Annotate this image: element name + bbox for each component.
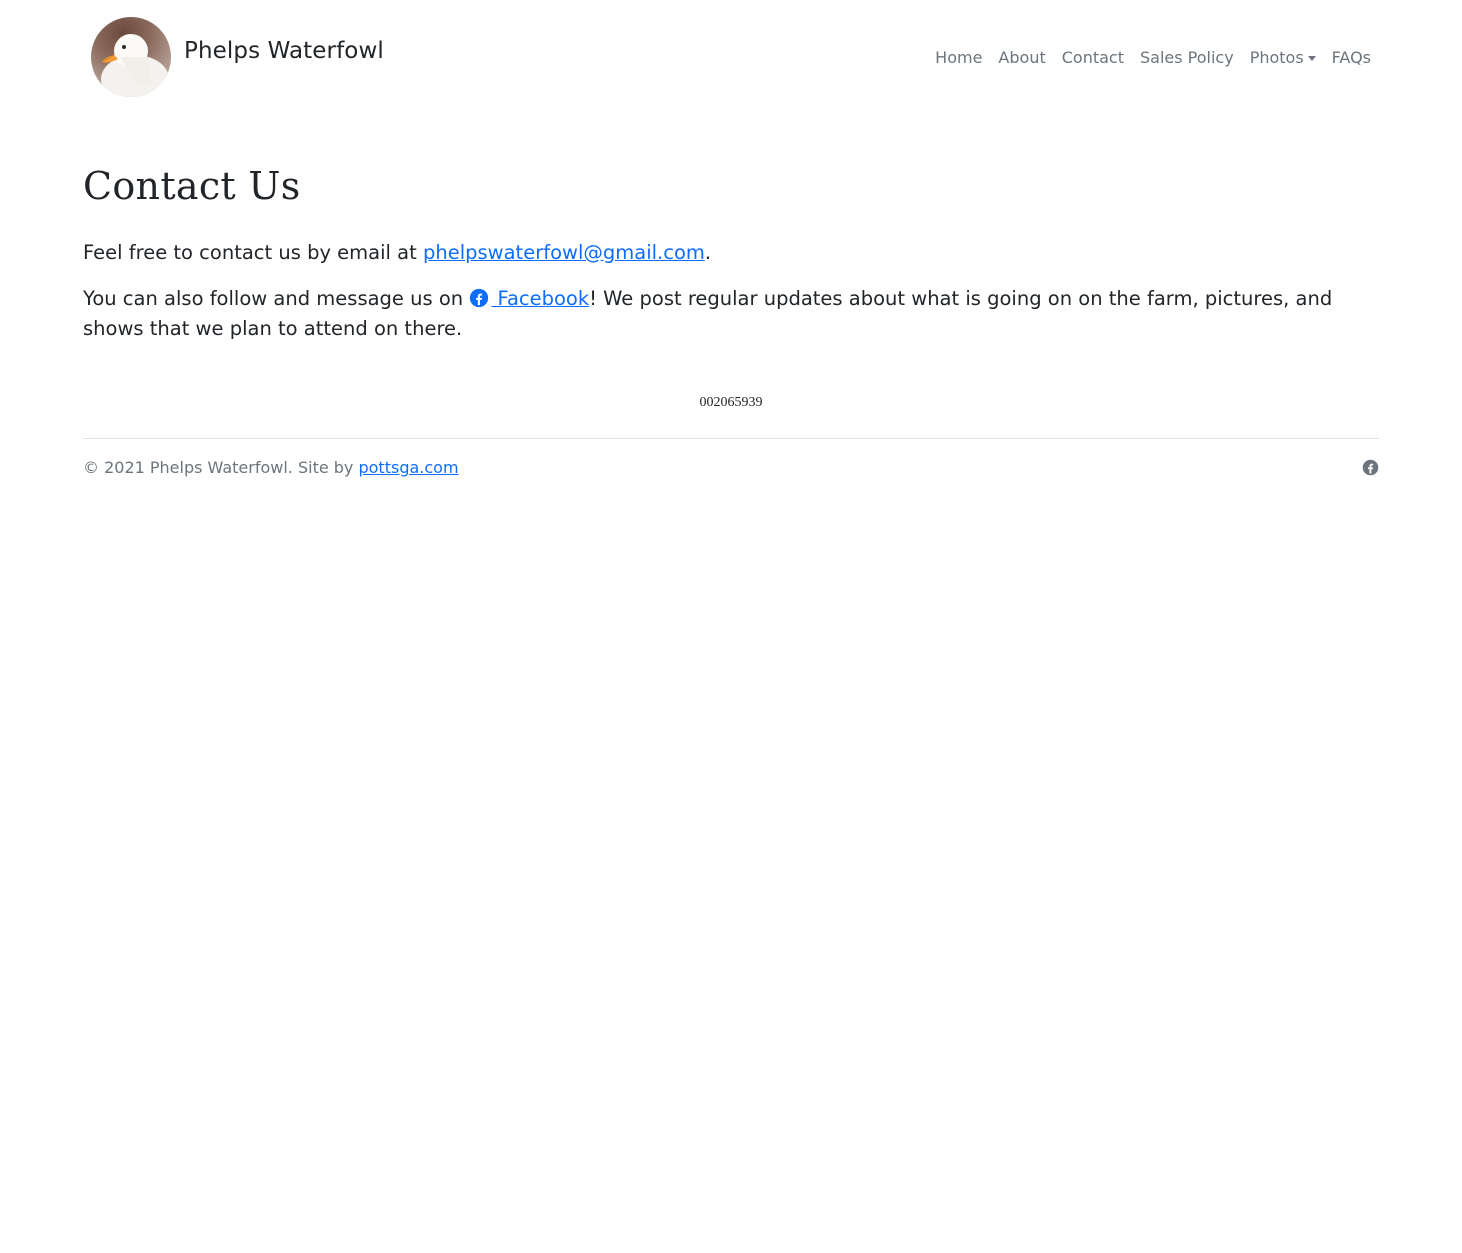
brand-name: Phelps Waterfowl	[184, 38, 384, 64]
email-paragraph: Feel free to contact us by email at phel…	[83, 238, 1379, 268]
email-paragraph-suffix: .	[704, 241, 712, 264]
nav-photos-label: Photos	[1249, 48, 1304, 67]
nav-home[interactable]: Home	[927, 46, 990, 70]
site-header: Phelps Waterfowl Home About Contact Sale…	[83, 0, 1379, 120]
footer-facebook-link[interactable]	[1362, 459, 1379, 476]
site-credit-link[interactable]: pottsga.com	[358, 458, 458, 477]
copyright-text: © 2021 Phelps Waterfowl. Site by pottsga…	[83, 458, 459, 478]
main-nav: Home About Contact Sales Policy Photos F…	[927, 46, 1379, 70]
visit-counter: 002065939	[699, 395, 763, 410]
nav-faqs[interactable]: FAQs	[1324, 46, 1379, 70]
facebook-link-label: Facebook	[491, 287, 590, 310]
nav-sales-policy[interactable]: Sales Policy	[1132, 46, 1242, 70]
main-content: Contact Us Feel free to contact us by em…	[83, 160, 1379, 344]
nav-contact[interactable]: Contact	[1054, 46, 1132, 70]
facebook-icon	[470, 288, 489, 308]
copyright-prefix: © 2021 Phelps Waterfowl. Site by	[83, 458, 359, 477]
email-paragraph-prefix: Feel free to contact us by email at	[83, 241, 423, 264]
logo-image	[91, 17, 171, 97]
facebook-paragraph-prefix: You can also follow and message us on	[83, 287, 470, 310]
email-link[interactable]: phelpswaterfowl@gmail.com	[423, 241, 705, 264]
page-title: Contact Us	[83, 164, 301, 208]
nav-photos-dropdown[interactable]: Photos	[1242, 46, 1324, 70]
brand-link[interactable]: Phelps Waterfowl	[91, 17, 384, 97]
facebook-link[interactable]: Facebook	[469, 287, 589, 310]
facebook-paragraph: You can also follow and message us on Fa…	[83, 284, 1379, 344]
nav-about[interactable]: About	[990, 46, 1053, 70]
duck-illustration	[101, 34, 169, 97]
facebook-icon	[1362, 459, 1379, 476]
caret-down-icon	[1307, 55, 1316, 61]
site-footer: © 2021 Phelps Waterfowl. Site by pottsga…	[83, 438, 1379, 498]
